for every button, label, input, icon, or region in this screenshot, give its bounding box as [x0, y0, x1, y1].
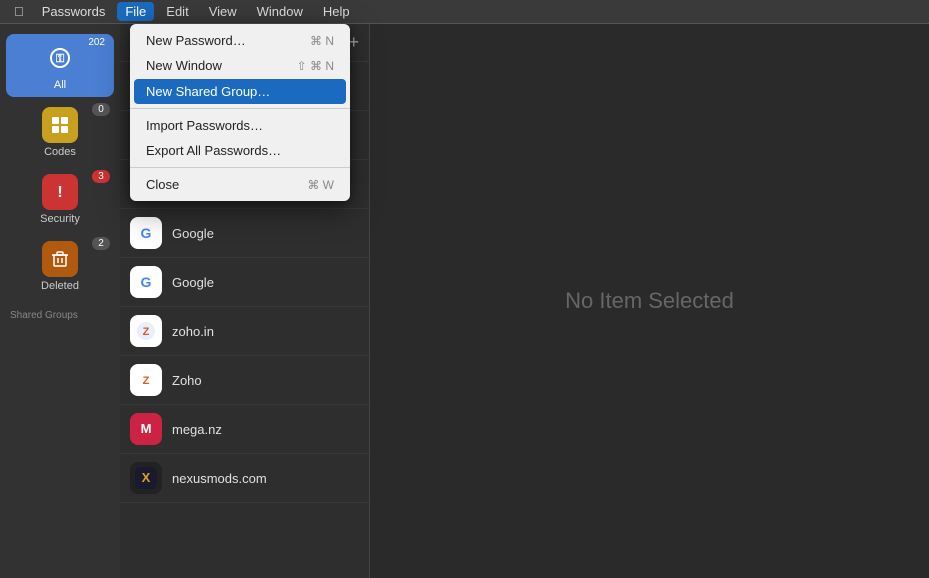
list-item[interactable]: Z Zoho — [120, 356, 369, 405]
list-item[interactable]: X nexusmods.com — [120, 454, 369, 503]
list-item[interactable]: G Google — [120, 258, 369, 307]
svg-text:G: G — [141, 274, 152, 290]
menubar-passwords[interactable]: Passwords — [34, 2, 114, 21]
sidebar-item-security[interactable]: ! 3 Security — [6, 168, 114, 231]
new-window-label: New Window — [146, 58, 222, 73]
svg-text:Z: Z — [143, 326, 150, 338]
sidebar-security-label: Security — [40, 213, 80, 225]
mega-name: mega.nz — [172, 422, 222, 437]
menubar-edit[interactable]: Edit — [158, 2, 196, 21]
sidebar-item-codes[interactable]: 0 Codes — [6, 101, 114, 164]
menubar-help[interactable]: Help — [315, 2, 358, 21]
new-window-shortcut: ⇧ ⌘ N — [297, 59, 334, 73]
new-password-label: New Password… — [146, 33, 246, 48]
zohoin-info: zoho.in — [172, 324, 214, 339]
apple-menu[interactable]:  — [8, 4, 30, 19]
mega-info: mega.nz — [172, 422, 222, 437]
menubar-view[interactable]: View — [201, 2, 245, 21]
svg-text:G: G — [141, 225, 152, 241]
export-passwords-label: Export All Passwords… — [146, 143, 281, 158]
sidebar: ⚿ 202 All 0 Codes ! 3 Security 2 — [0, 24, 120, 578]
sidebar-all-label: All — [54, 79, 66, 91]
detail-panel: No Item Selected — [370, 24, 929, 578]
no-item-text: No Item Selected — [565, 288, 734, 314]
menubar-file[interactable]: File — [117, 2, 154, 21]
svg-text:!: ! — [57, 184, 62, 201]
list-item[interactable]: Z zoho.in — [120, 307, 369, 356]
new-window-item[interactable]: New Window ⇧ ⌘ N — [130, 53, 350, 78]
svg-text:X: X — [142, 470, 151, 485]
new-shared-group-item[interactable]: New Shared Group… — [134, 79, 346, 104]
codes-icon — [42, 107, 78, 143]
file-menu-dropdown: New Password… ⌘ N New Window ⇧ ⌘ N New S… — [130, 24, 350, 201]
nexus-info: nexusmods.com — [172, 471, 267, 486]
google2-info: Google — [172, 275, 214, 290]
zohoin-icon: Z — [130, 315, 162, 347]
mega-icon: M — [130, 413, 162, 445]
all-badge: 202 — [83, 36, 110, 49]
sidebar-item-all[interactable]: ⚿ 202 All — [6, 34, 114, 97]
close-shortcut: ⌘ W — [307, 178, 334, 192]
google1-info: Google — [172, 226, 214, 241]
import-passwords-label: Import Passwords… — [146, 118, 263, 133]
google2-icon: G — [130, 266, 162, 298]
deleted-badge: 2 — [92, 237, 110, 250]
zoho-name: Zoho — [172, 373, 202, 388]
zohoin-name: zoho.in — [172, 324, 214, 339]
security-badge: 3 — [92, 170, 110, 183]
svg-text:Z: Z — [143, 375, 150, 387]
sidebar-codes-label: Codes — [44, 146, 76, 158]
list-item[interactable]: M mega.nz — [120, 405, 369, 454]
menubar:  Passwords File Edit View Window Help — [0, 0, 929, 24]
zoho-icon: Z — [130, 364, 162, 396]
menubar-window[interactable]: Window — [249, 2, 311, 21]
svg-text:⚿: ⚿ — [56, 53, 65, 65]
google1-name: Google — [172, 226, 214, 241]
nexus-name: nexusmods.com — [172, 471, 267, 486]
svg-text:M: M — [141, 421, 152, 436]
menu-separator-2 — [130, 167, 350, 168]
menu-separator-1 — [130, 108, 350, 109]
google2-name: Google — [172, 275, 214, 290]
export-passwords-item[interactable]: Export All Passwords… — [130, 138, 350, 163]
close-label: Close — [146, 177, 179, 192]
add-button[interactable]: + — [348, 32, 359, 53]
deleted-icon — [42, 241, 78, 277]
nexus-icon: X — [130, 462, 162, 494]
sidebar-item-deleted[interactable]: 2 Deleted — [6, 235, 114, 298]
shared-groups-label: Shared Groups — [6, 302, 114, 325]
new-shared-group-label: New Shared Group… — [146, 84, 270, 99]
new-password-shortcut: ⌘ N — [310, 34, 334, 48]
sidebar-deleted-label: Deleted — [41, 280, 79, 292]
new-password-item[interactable]: New Password… ⌘ N — [130, 28, 350, 53]
all-icon: ⚿ — [42, 40, 78, 76]
codes-badge: 0 — [92, 103, 110, 116]
google1-icon: G — [130, 217, 162, 249]
list-item[interactable]: G Google — [120, 209, 369, 258]
zoho-info: Zoho — [172, 373, 202, 388]
close-item[interactable]: Close ⌘ W — [130, 172, 350, 197]
security-icon: ! — [42, 174, 78, 210]
import-passwords-item[interactable]: Import Passwords… — [130, 113, 350, 138]
